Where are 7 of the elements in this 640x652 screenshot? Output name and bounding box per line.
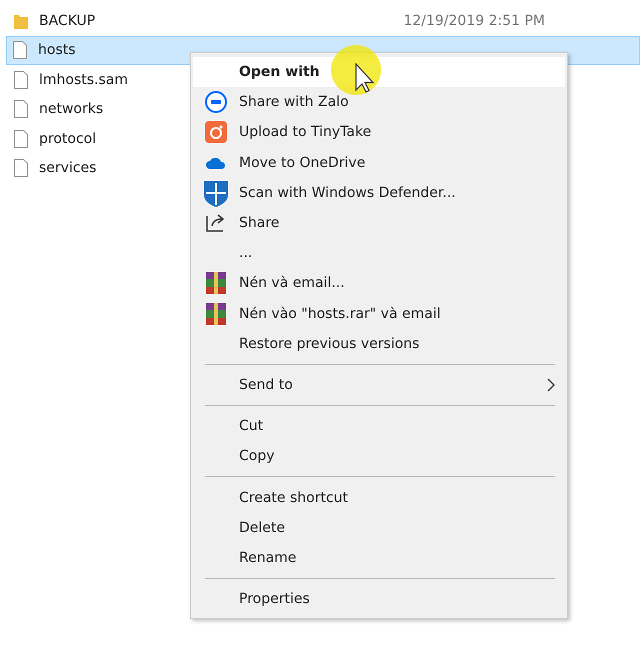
file-name: lmhosts.sam xyxy=(39,72,128,88)
file-name: services xyxy=(39,160,96,176)
file-name: protocol xyxy=(39,130,96,147)
file-name: BACKUP xyxy=(39,12,96,29)
file-name: networks xyxy=(39,101,104,118)
file-name: hosts xyxy=(38,42,76,58)
modified-date: 12/19/2019 2:51 PM xyxy=(403,12,545,29)
